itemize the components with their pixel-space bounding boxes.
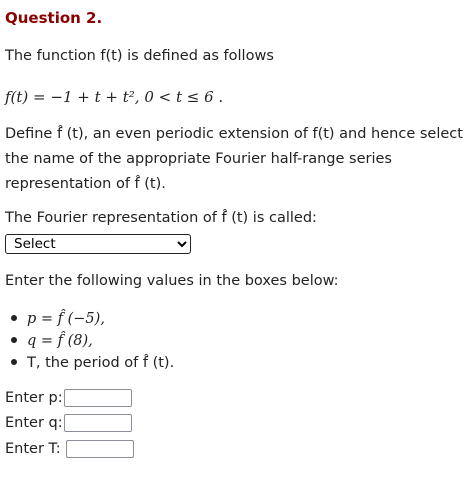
- list-item: q = f̂ (8),: [5, 330, 174, 352]
- bullet-icon: [11, 337, 17, 343]
- bullet-t-text: T, the period of f̂ (t).: [27, 355, 175, 371]
- q-input[interactable]: [64, 414, 132, 432]
- t-input[interactable]: [66, 440, 134, 458]
- q-label: Enter q:: [5, 415, 63, 431]
- p-label: Enter p:: [5, 390, 63, 406]
- bullet-p-text: p = f̂ (−5),: [27, 311, 105, 327]
- representation-label: The Fourier representation of f̂ (t) is …: [5, 210, 317, 226]
- bullet-icon: [11, 359, 17, 365]
- fourier-representation-select[interactable]: Select: [5, 234, 191, 254]
- instruction-text: Define f̂ (t), an even periodic extensio…: [5, 126, 463, 192]
- values-prompt: Enter the following values in the boxes …: [5, 273, 339, 289]
- bullet-q-text: q = f̂ (8),: [27, 333, 93, 349]
- bullet-icon: [11, 315, 17, 321]
- function-definition: f(t) = −1 + t + t², 0 < t ≤ 6 .: [5, 88, 224, 106]
- value-list: p = f̂ (−5), q = f̂ (8), T, the period o…: [5, 308, 174, 374]
- t-label: Enter T:: [5, 441, 61, 457]
- p-input[interactable]: [64, 389, 132, 407]
- list-item: p = f̂ (−5),: [5, 308, 174, 330]
- question-title: Question 2.: [5, 9, 103, 27]
- list-item: T, the period of f̂ (t).: [5, 352, 174, 374]
- intro-text: The function f(t) is defined as follows: [5, 48, 274, 64]
